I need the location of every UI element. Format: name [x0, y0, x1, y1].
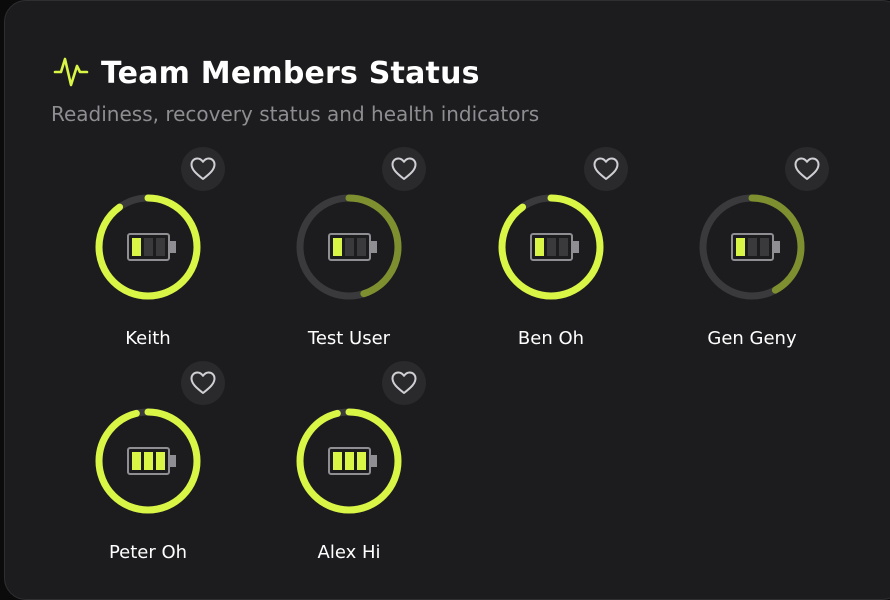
favorite-button[interactable]	[584, 147, 628, 191]
battery-icon	[731, 233, 780, 261]
favorite-button[interactable]	[382, 361, 426, 405]
battery-icon	[328, 233, 377, 261]
page-subtitle: Readiness, recovery status and health in…	[51, 102, 540, 126]
team-status-card: Team Members Status Readiness, recovery …	[4, 0, 890, 600]
battery-icon	[530, 233, 579, 261]
readiness-ring	[95, 408, 201, 514]
battery-icon	[328, 447, 377, 475]
heart-outline-icon	[391, 371, 417, 394]
readiness-ring	[498, 194, 604, 300]
favorite-button[interactable]	[785, 147, 829, 191]
readiness-ring	[296, 194, 402, 300]
page-title: Team Members Status	[101, 55, 480, 91]
member-card-ben-oh[interactable]: Ben Oh	[451, 147, 651, 359]
heart-outline-icon	[794, 157, 820, 180]
member-card-alex-hi[interactable]: Alex Hi	[249, 361, 449, 573]
heart-outline-icon	[190, 371, 216, 394]
readiness-ring	[95, 194, 201, 300]
member-card-gen-geny[interactable]: Gen Geny	[652, 147, 852, 359]
member-card-test-user[interactable]: Test User	[249, 147, 449, 359]
member-name: Test User	[307, 328, 391, 349]
member-card-peter-oh[interactable]: Peter Oh	[48, 361, 248, 573]
activity-pulse-icon	[53, 53, 89, 93]
favorite-button[interactable]	[181, 147, 225, 191]
readiness-ring	[296, 408, 402, 514]
member-card-keith[interactable]: Keith	[48, 147, 248, 359]
heart-outline-icon	[190, 157, 216, 180]
member-name: Ben Oh	[517, 328, 585, 349]
heart-outline-icon	[593, 157, 619, 180]
favorite-button[interactable]	[382, 147, 426, 191]
readiness-ring	[699, 194, 805, 300]
heart-outline-icon	[391, 157, 417, 180]
member-name: Gen Geny	[707, 328, 797, 349]
member-name: Peter Oh	[108, 542, 188, 563]
member-name: Keith	[125, 328, 171, 349]
battery-icon	[127, 233, 176, 261]
battery-icon	[127, 447, 176, 475]
card-header: Team Members Status	[53, 53, 480, 93]
favorite-button[interactable]	[181, 361, 225, 405]
member-name: Alex Hi	[317, 542, 381, 563]
